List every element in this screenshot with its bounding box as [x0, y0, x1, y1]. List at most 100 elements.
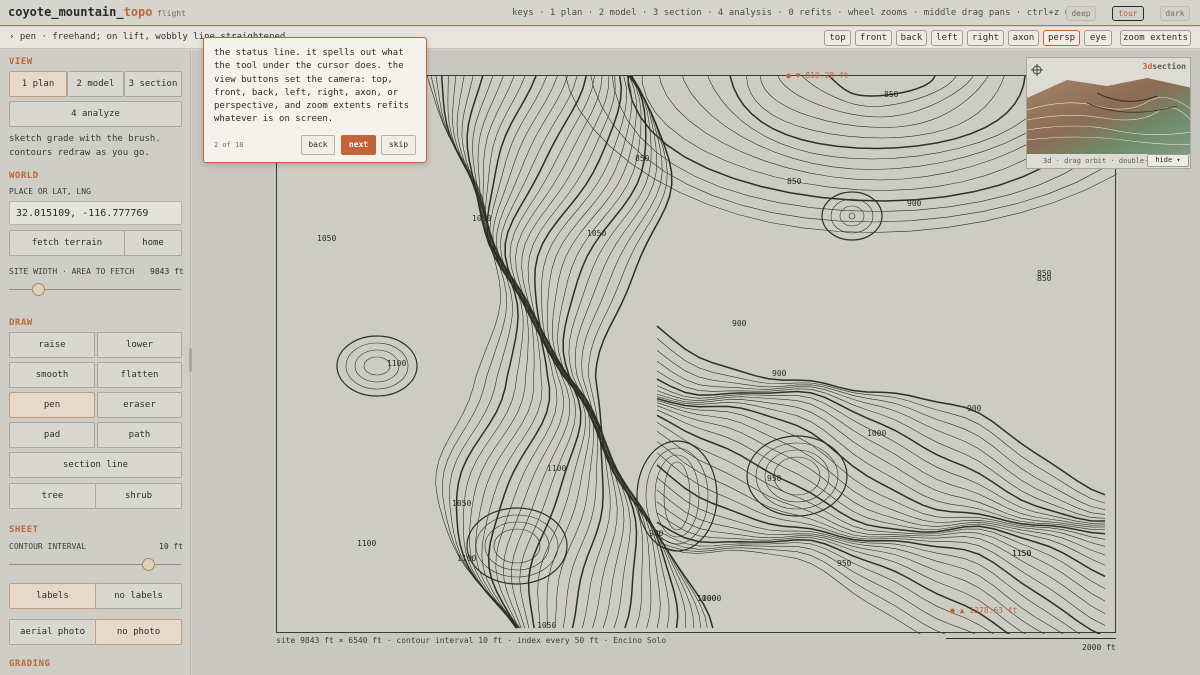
theme-tour-button[interactable]: tour — [1112, 6, 1144, 21]
contour-label: 1050 — [472, 214, 491, 223]
draw-heading: DRAW — [9, 318, 33, 328]
preview-hide-button[interactable]: hide ▾ — [1147, 154, 1189, 167]
tool-smooth-button[interactable]: smooth — [9, 362, 95, 388]
app-title-accent: topo — [123, 5, 153, 19]
contour-label: 850 — [884, 90, 899, 99]
view-axon-button[interactable]: axon — [1008, 30, 1039, 46]
view-eye-button[interactable]: eye — [1084, 30, 1112, 46]
contour-line — [746, 76, 1005, 139]
contour-label: 1150 — [1012, 549, 1031, 558]
contour-line — [656, 464, 1102, 634]
contour-line — [447, 76, 524, 629]
keyboard-hints: keys · 1 plan · 2 model · 3 section · 4 … — [512, 8, 1087, 18]
contour-line — [656, 338, 1106, 504]
contour-line — [521, 76, 625, 629]
fetch-terrain-button[interactable]: fetch terrain — [9, 230, 125, 256]
tour-next-button[interactable]: next — [341, 135, 376, 155]
no-photo-button[interactable]: no photo — [95, 619, 182, 645]
interval-track — [9, 564, 181, 565]
site-width-value: 9843 ft — [150, 267, 184, 276]
contour-loop — [830, 198, 874, 234]
app-subtitle: flight — [157, 9, 186, 18]
contour-label: 900 — [967, 404, 982, 413]
preview-caption: 3d · drag orbit · double- — [1043, 157, 1149, 165]
shrub-button[interactable]: shrub — [95, 483, 182, 509]
contour-label: 950 — [837, 559, 852, 568]
view-back-button[interactable]: back — [896, 30, 927, 46]
mode-analyze-button[interactable]: 4 analyze — [9, 101, 182, 127]
aerial-photo-button[interactable]: aerial photo — [9, 619, 96, 645]
contour-line — [656, 390, 1106, 526]
no-labels-button[interactable]: no labels — [95, 583, 182, 609]
contour-line — [656, 489, 1064, 634]
site-width-slider[interactable] — [32, 283, 46, 296]
contour-line — [461, 76, 543, 629]
tool-eraser-button[interactable]: eraser — [97, 392, 182, 418]
contour-line — [656, 397, 1106, 535]
scale-label: 2000 ft — [1082, 643, 1116, 652]
tour-popover: the status line. it spells out what the … — [203, 37, 427, 163]
tool-path-button[interactable]: path — [97, 422, 182, 448]
grading-heading: GRADING — [9, 659, 51, 669]
model-preview[interactable]: 3dsection 3d · drag orbit · double- hide… — [1026, 57, 1191, 169]
contour-label: 1050 — [537, 621, 556, 630]
tree-button[interactable]: tree — [9, 483, 96, 509]
tool-lower-button[interactable]: lower — [97, 332, 182, 358]
contour-line — [656, 396, 1106, 531]
contour-label: 1050 — [317, 234, 336, 243]
contour-line — [682, 76, 1075, 170]
crosshair-icon[interactable] — [1031, 61, 1043, 76]
contour-label: 900 — [649, 529, 664, 538]
contour-line — [435, 76, 519, 629]
low-point-tag: ● ▼ 810.28 ft — [786, 71, 849, 80]
place-input[interactable] — [9, 201, 182, 225]
place-label: PLACE OR LAT, LNG — [9, 187, 91, 196]
home-button[interactable]: home — [124, 230, 182, 256]
contour-line — [466, 76, 551, 629]
theme-deep-button[interactable]: deep — [1066, 6, 1096, 21]
contour-label: 1000 — [867, 429, 886, 438]
contour-loop — [839, 205, 865, 227]
contour-loop — [654, 454, 700, 538]
view-left-button[interactable]: left — [931, 30, 963, 46]
section-line-button[interactable]: section line — [9, 452, 182, 478]
view-heading: VIEW — [9, 57, 33, 67]
contour-label: 1100 — [457, 554, 476, 563]
view-help-text: sketch grade with the brush. contours re… — [9, 134, 161, 158]
app-title-main: coyote_mountain_ — [8, 5, 124, 19]
theme-dark-button[interactable]: dark — [1160, 6, 1190, 21]
mode-section-button[interactable]: 3 section — [124, 71, 182, 97]
labels-button[interactable]: labels — [9, 583, 96, 609]
mode-model-button[interactable]: 2 model — [67, 71, 124, 97]
tool-pen-button[interactable]: pen — [9, 392, 95, 418]
preview-title: 3dsection — [1143, 62, 1186, 71]
view-front-button[interactable]: front — [855, 30, 892, 46]
contour-line — [656, 325, 1106, 496]
zoom-extents-button[interactable]: zoom extents — [1120, 30, 1191, 46]
contour-loop — [663, 461, 691, 531]
contour-label: 900 — [907, 199, 922, 208]
view-right-button[interactable]: right — [967, 30, 1004, 46]
contour-label: 1100 — [547, 464, 566, 473]
tour-back-button[interactable]: back — [301, 135, 335, 155]
contour-line — [760, 76, 989, 128]
tool-pad-button[interactable]: pad — [9, 422, 95, 448]
contour-label: 900 — [732, 319, 747, 328]
mode-plan-button[interactable]: 1 plan — [9, 71, 67, 97]
contour-line — [656, 414, 1106, 578]
contour-label: 1100 — [357, 539, 376, 548]
contour-line — [801, 76, 957, 107]
tool-raise-button[interactable]: raise — [9, 332, 95, 358]
preview-title-3d: 3d — [1142, 62, 1153, 71]
tour-step-counter: 2 of 18 — [214, 141, 244, 149]
contour-label: 850 — [635, 154, 650, 163]
tool-flatten-button[interactable]: flatten — [97, 362, 182, 388]
view-top-button[interactable]: top — [824, 30, 851, 46]
contour-label: 1050 — [452, 499, 471, 508]
view-persp-button[interactable]: persp — [1043, 30, 1080, 46]
tour-skip-button[interactable]: skip — [381, 135, 416, 155]
interval-slider[interactable] — [142, 558, 156, 571]
contour-line — [426, 76, 521, 629]
site-width-label: SITE WIDTH · AREA TO FETCH — [9, 267, 135, 276]
contour-label: 1000 — [702, 594, 721, 603]
